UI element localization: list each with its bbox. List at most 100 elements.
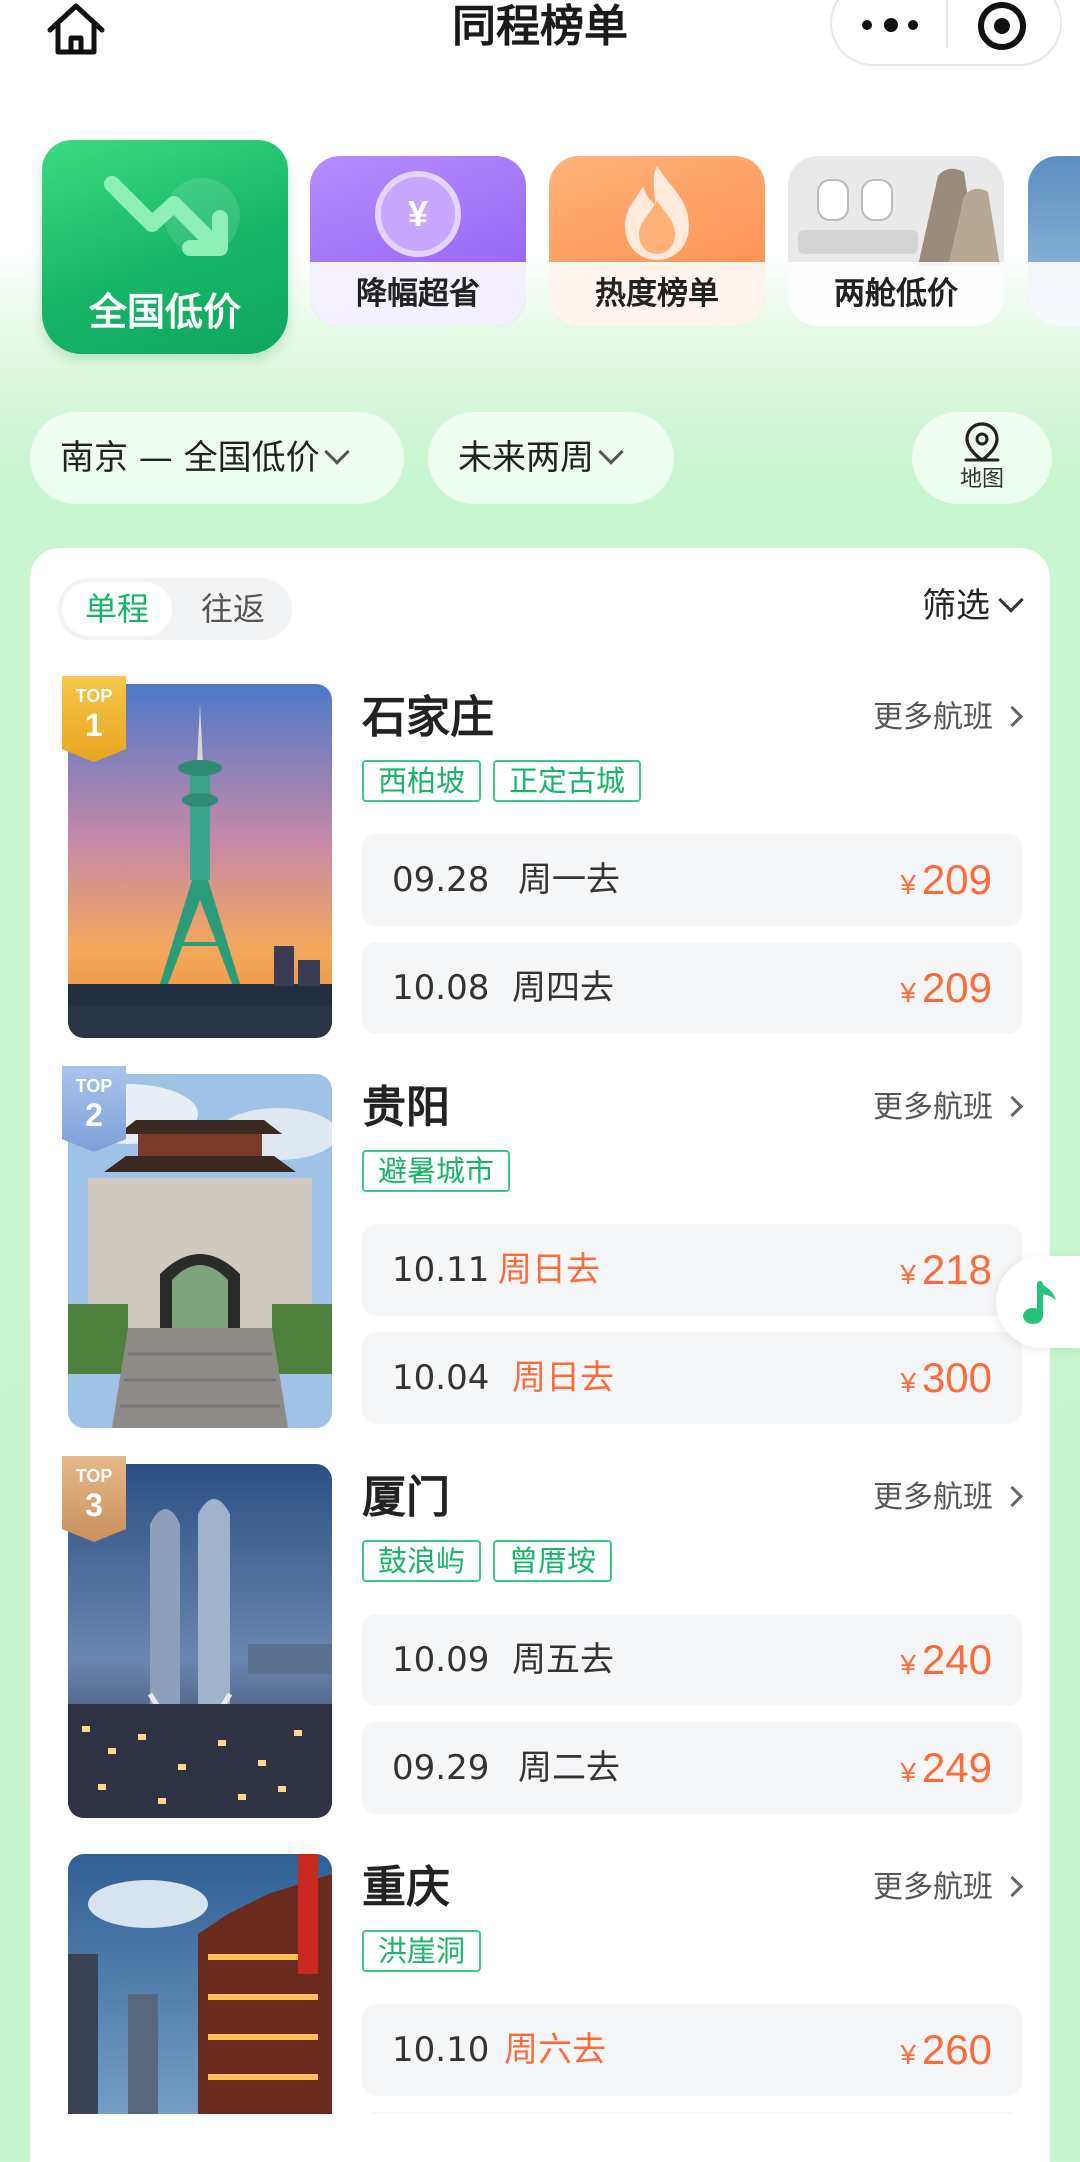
more-options-icon[interactable] — [862, 4, 924, 44]
city-tag: 曾厝垵 — [493, 1540, 613, 1582]
chevron-down-icon — [323, 439, 350, 465]
category-partial-next[interactable] — [1028, 156, 1080, 326]
fare-price: ¥240 — [900, 1614, 992, 1711]
fare-price: ¥300 — [900, 1332, 992, 1429]
capsule-divider — [946, 0, 948, 48]
route-selector[interactable]: 南京 — 全国低价 — [30, 412, 404, 504]
map-pin-icon — [964, 422, 1000, 462]
more-flights-label: 更多航班 — [873, 1090, 993, 1125]
chevron-down-icon — [598, 439, 624, 465]
currency-symbol: ¥ — [900, 2039, 916, 2070]
music-float-button[interactable] — [996, 1256, 1080, 1348]
city-name: 贵阳 — [362, 1082, 450, 1133]
fare-row[interactable]: 10.10 周六去 ¥260 — [362, 2004, 1022, 2096]
price-value: 209 — [921, 964, 992, 1011]
fare-weekday: 周五去 — [512, 1640, 614, 1680]
chongqing-hongyadong-image — [68, 1854, 332, 2114]
filter-label: 筛选 — [922, 586, 990, 626]
fare-price: ¥209 — [900, 942, 992, 1039]
top-rank-badge: TOP 3 — [62, 1456, 126, 1542]
destination-item[interactable]: TOP 3 厦门 更多航班 鼓浪屿 曾厝垵 10.09 周五去 ¥240 09.2… — [30, 1456, 1050, 1824]
top-label: TOP — [75, 686, 113, 706]
city-name: 石家庄 — [362, 692, 494, 743]
fare-date: 10.04 — [392, 1358, 490, 1398]
fare-date: 10.09 — [392, 1640, 490, 1680]
price-value: 240 — [921, 1636, 992, 1683]
fare-date: 10.08 — [392, 968, 490, 1008]
fare-row[interactable]: 10.04 周日去 ¥300 — [362, 1332, 1022, 1424]
top-rank-badge: TOP 2 — [62, 1066, 126, 1152]
currency-symbol: ¥ — [900, 869, 916, 900]
category-label: 降幅超省 — [310, 262, 526, 326]
nav-bar: 同程榜单 — [0, 0, 1080, 70]
fare-price: ¥249 — [900, 1722, 992, 1819]
music-note-icon — [1023, 1281, 1056, 1324]
period-label: 未来两周 — [458, 438, 594, 478]
fare-row[interactable]: 10.09 周五去 ¥240 — [362, 1614, 1022, 1706]
map-button[interactable]: 地图 — [912, 412, 1052, 504]
price-value: 249 — [921, 1744, 992, 1791]
filter-button[interactable]: 筛选 — [922, 584, 1024, 628]
svg-text:¥: ¥ — [408, 193, 428, 234]
fare-weekday: 周六去 — [504, 2030, 606, 2070]
tab-one-way[interactable]: 单程 — [62, 582, 172, 636]
period-selector[interactable]: 未来两周 — [428, 412, 674, 504]
ranking-card: 单程 往返 筛选 TOP 1 石家庄 更多航班 西柏坡 正定古城 09.28 周… — [30, 548, 1050, 2162]
flame-icon — [625, 166, 689, 260]
rank-number: 2 — [85, 1097, 103, 1133]
category-label: 全国低价 — [88, 290, 241, 334]
category-premium-cabin[interactable]: 两舱低价 — [788, 156, 1004, 326]
rank-number: 3 — [85, 1487, 103, 1523]
fare-date: 09.29 — [392, 1748, 490, 1788]
city-tag: 洪崖洞 — [362, 1930, 482, 1972]
fare-price: ¥209 — [900, 834, 992, 931]
route-label: 南京 — 全国低价 — [60, 438, 320, 478]
more-flights-label: 更多航班 — [873, 1480, 993, 1515]
currency-symbol: ¥ — [900, 977, 916, 1008]
category-hot-ranking[interactable]: 热度榜单 — [549, 156, 765, 326]
tag-list: 避暑城市 — [362, 1150, 522, 1194]
more-flights-label: 更多航班 — [873, 1870, 993, 1905]
price-value: 209 — [921, 856, 992, 903]
chevron-right-icon — [1001, 1485, 1024, 1508]
fare-row[interactable]: 10.11 周日去 ¥218 — [362, 1224, 1022, 1316]
fare-date: 10.11 — [392, 1250, 490, 1290]
destination-item[interactable]: 重庆 更多航班 洪崖洞 10.10 周六去 ¥260 — [30, 1854, 1050, 2114]
tab-round-trip[interactable]: 往返 — [178, 582, 288, 636]
price-value: 260 — [921, 2026, 992, 2073]
currency-symbol: ¥ — [900, 1649, 916, 1680]
fare-row[interactable]: 09.29 周二去 ¥249 — [362, 1722, 1022, 1814]
tag-list: 鼓浪屿 曾厝垵 — [362, 1540, 624, 1584]
city-name: 厦门 — [362, 1472, 450, 1523]
map-label: 地图 — [959, 467, 1004, 492]
yen-coin-icon: ¥ — [375, 171, 461, 257]
trend-down-icon — [104, 176, 240, 256]
category-lowest-price[interactable]: 全国低价 — [42, 140, 288, 354]
category-strip: 全国低价 ¥ 降幅超省 热度榜单 两舱低价 — [0, 140, 1080, 370]
tag-list: 西柏坡 正定古城 — [362, 760, 653, 804]
fare-date: 09.28 — [392, 860, 490, 900]
currency-symbol: ¥ — [900, 1757, 916, 1788]
more-flights-label: 更多航班 — [873, 700, 993, 735]
fare-date: 10.10 — [392, 2030, 490, 2070]
destination-item[interactable]: TOP 2 贵阳 更多航班 避暑城市 10.11 周日去 ¥218 10.04 … — [30, 1066, 1050, 1434]
fare-price: ¥218 — [900, 1224, 992, 1321]
category-price-drop[interactable]: ¥ 降幅超省 — [310, 156, 526, 326]
city-tag: 正定古城 — [493, 760, 642, 802]
fare-weekday: 周四去 — [512, 968, 614, 1008]
top-label: TOP — [75, 1466, 113, 1486]
price-value: 300 — [921, 1354, 992, 1401]
more-flights-link[interactable]: 更多航班 — [873, 1476, 1024, 1520]
fare-row[interactable]: 10.08 周四去 ¥209 — [362, 942, 1022, 1034]
close-target-icon[interactable] — [978, 2, 1026, 50]
more-flights-link[interactable]: 更多航班 — [873, 1086, 1024, 1130]
fare-weekday: 周二去 — [518, 1748, 620, 1788]
more-flights-link[interactable]: 更多航班 — [873, 1866, 1024, 1910]
destination-item[interactable]: TOP 1 石家庄 更多航班 西柏坡 正定古城 09.28 周一去 ¥209 10… — [30, 676, 1050, 1044]
fare-row[interactable]: 09.28 周一去 ¥209 — [362, 834, 1022, 926]
more-flights-link[interactable]: 更多航班 — [873, 696, 1024, 740]
tag-list: 洪崖洞 — [362, 1930, 493, 1974]
top-label: TOP — [75, 1076, 113, 1096]
fare-row-partial[interactable] — [362, 2112, 1022, 2114]
currency-symbol: ¥ — [900, 1259, 916, 1290]
